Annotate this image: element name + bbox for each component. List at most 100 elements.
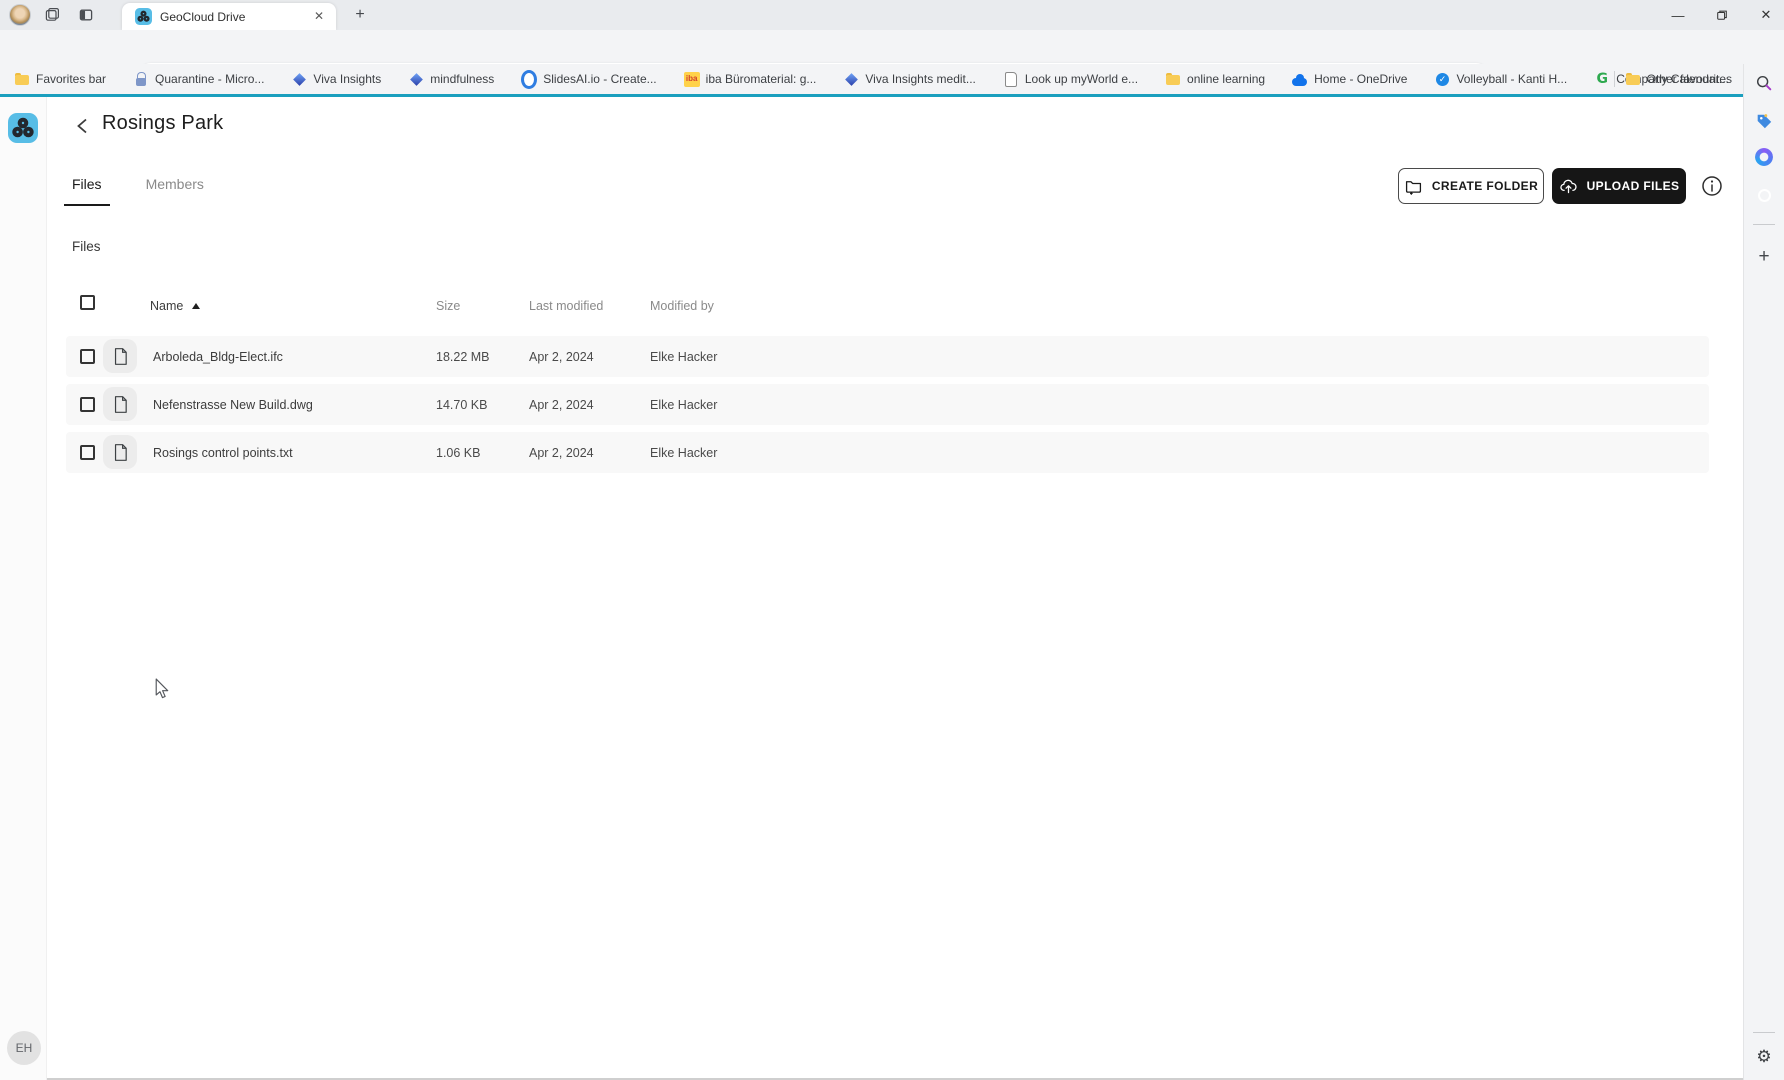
geocloud-favicon bbox=[135, 8, 152, 25]
column-header-name[interactable]: Name bbox=[150, 299, 183, 313]
sort-ascending-icon[interactable] bbox=[192, 303, 200, 309]
app-accent-line bbox=[0, 94, 1743, 97]
info-icon[interactable] bbox=[1700, 174, 1724, 198]
other-favourites-button[interactable]: Other favourites bbox=[1625, 72, 1732, 87]
circle-blue-icon bbox=[521, 72, 537, 87]
tab-close-icon[interactable]: ✕ bbox=[311, 9, 327, 25]
favorite-bookmark[interactable]: Viva Insights bbox=[291, 72, 381, 87]
window-close-button[interactable]: ✕ bbox=[1744, 0, 1784, 30]
file-size: 18.22 MB bbox=[436, 350, 490, 364]
table-row[interactable]: Nefenstrasse New Build.dwg 14.70 KB Apr … bbox=[66, 384, 1709, 425]
lock-icon bbox=[133, 72, 149, 87]
favorite-label: Favorites bar bbox=[36, 72, 106, 86]
sidebar-search-icon[interactable] bbox=[1755, 74, 1773, 92]
file-name[interactable]: Rosings control points.txt bbox=[153, 446, 293, 460]
favorite-label: SlidesAI.io - Create... bbox=[543, 72, 656, 86]
favorite-bookmark[interactable]: iba Büromaterial: g... bbox=[684, 72, 817, 87]
folder-icon bbox=[1165, 72, 1181, 87]
microsoft-365-icon[interactable] bbox=[1755, 148, 1773, 166]
workspaces-icon[interactable] bbox=[44, 7, 60, 23]
column-header-last-modified[interactable]: Last modified bbox=[529, 299, 603, 313]
favorite-bookmark[interactable]: mindfulness bbox=[408, 72, 494, 87]
shopping-icon[interactable] bbox=[1755, 112, 1773, 130]
favorite-bookmark[interactable]: Volleyball - Kanti H... bbox=[1434, 72, 1567, 87]
favorite-label: Home - OneDrive bbox=[1314, 72, 1407, 86]
diamond-icon bbox=[408, 72, 424, 87]
row-checkbox[interactable] bbox=[80, 445, 95, 460]
diamond-icon bbox=[291, 72, 307, 87]
favorite-label: iba Büromaterial: g... bbox=[706, 72, 817, 86]
favorite-bookmark[interactable]: Look up myWorld e... bbox=[1003, 72, 1138, 87]
row-checkbox[interactable] bbox=[80, 349, 95, 364]
tab-files[interactable]: Files bbox=[64, 170, 110, 206]
window-restore-button[interactable] bbox=[1700, 0, 1744, 30]
sidebar-settings-gear-icon[interactable]: ⚙ bbox=[1755, 1048, 1773, 1066]
favorite-bookmark[interactable]: SlidesAI.io - Create... bbox=[521, 72, 656, 87]
folder-icon bbox=[1625, 72, 1641, 87]
sidebar-divider-bottom bbox=[1753, 1032, 1775, 1033]
favorite-label: Quarantine - Micro... bbox=[155, 72, 264, 86]
window-minimize-button[interactable]: — bbox=[1656, 0, 1700, 30]
favorites-separator bbox=[1614, 71, 1615, 87]
favorite-bookmark[interactable]: Viva Insights medit... bbox=[843, 72, 976, 87]
file-modified-by: Elke Hacker bbox=[650, 398, 717, 412]
table-row[interactable]: Arboleda_Bldg-Elect.ifc 18.22 MB Apr 2, … bbox=[66, 336, 1709, 377]
file-size: 1.06 KB bbox=[436, 446, 480, 460]
row-checkbox[interactable] bbox=[80, 397, 95, 412]
browser-toolbar: https://drive.geocloud.hexagon.com/en/pr… bbox=[0, 30, 1784, 64]
folder-icon bbox=[14, 72, 30, 87]
sidebar-divider bbox=[1753, 224, 1775, 225]
upload-files-button[interactable]: UPLOAD FILES bbox=[1552, 168, 1686, 204]
check-icon bbox=[1434, 72, 1450, 87]
cloud-icon bbox=[1292, 72, 1308, 87]
favorite-bookmark[interactable]: Quarantine - Micro... bbox=[133, 72, 264, 87]
user-avatar[interactable]: EH bbox=[7, 1031, 41, 1065]
file-icon bbox=[103, 387, 137, 421]
favorite-label: Volleyball - Kanti H... bbox=[1456, 72, 1567, 86]
file-icon bbox=[103, 435, 137, 469]
column-header-modified-by[interactable]: Modified by bbox=[650, 299, 714, 313]
favorite-label: online learning bbox=[1187, 72, 1265, 86]
g-icon bbox=[1594, 72, 1610, 87]
browser-tab-geocloud[interactable]: GeoCloud Drive ✕ bbox=[122, 3, 336, 30]
file-last-modified: Apr 2, 2024 bbox=[529, 350, 594, 364]
tab-title: GeoCloud Drive bbox=[160, 10, 245, 24]
create-folder-button[interactable]: CREATE FOLDER bbox=[1398, 168, 1544, 204]
column-header-size[interactable]: Size bbox=[436, 299, 460, 313]
favorite-bookmark[interactable]: Favorites bar bbox=[14, 72, 106, 87]
browser-profile-avatar[interactable] bbox=[9, 4, 31, 26]
file-modified-by: Elke Hacker bbox=[650, 446, 717, 460]
edge-sidebar: + ⚙ bbox=[1743, 64, 1784, 1080]
file-last-modified: Apr 2, 2024 bbox=[529, 398, 594, 412]
files-section-label: Files bbox=[72, 239, 101, 254]
diamond-icon bbox=[843, 72, 859, 87]
page-icon bbox=[1003, 72, 1019, 87]
file-modified-by: Elke Hacker bbox=[650, 350, 717, 364]
create-folder-label: CREATE FOLDER bbox=[1432, 179, 1538, 193]
favorites-bar: Favorites bar Quarantine - Micro... Viva… bbox=[0, 64, 1784, 94]
favorite-label: Viva Insights bbox=[313, 72, 381, 86]
file-icon bbox=[103, 339, 137, 373]
app-sidebar bbox=[0, 97, 47, 1080]
browser-tab-strip: GeoCloud Drive ✕ + — ✕ bbox=[0, 0, 1784, 30]
back-chevron-icon[interactable] bbox=[73, 116, 93, 136]
file-name[interactable]: Arboleda_Bldg-Elect.ifc bbox=[153, 350, 283, 364]
app-tabs: Files Members bbox=[64, 170, 212, 206]
other-favourites-label: Other favourites bbox=[1647, 72, 1732, 86]
iba-icon bbox=[684, 72, 700, 87]
favorite-bookmark[interactable]: online learning bbox=[1165, 72, 1265, 87]
upload-files-label: UPLOAD FILES bbox=[1587, 179, 1680, 193]
geocloud-app-logo[interactable] bbox=[8, 113, 38, 143]
favorite-bookmark[interactable]: Home - OneDrive bbox=[1292, 72, 1407, 87]
table-row[interactable]: Rosings control points.txt 1.06 KB Apr 2… bbox=[66, 432, 1709, 473]
tab-actions-menu-icon[interactable] bbox=[78, 7, 94, 23]
select-all-checkbox[interactable] bbox=[80, 295, 95, 310]
mouse-cursor bbox=[155, 678, 170, 700]
sidebar-add-icon[interactable]: + bbox=[1755, 248, 1773, 266]
favorite-label: Look up myWorld e... bbox=[1025, 72, 1138, 86]
page-title: Rosings Park bbox=[102, 112, 223, 135]
favorites-bar-items: Favorites bar Quarantine - Micro... Viva… bbox=[14, 64, 1729, 94]
tab-members[interactable]: Members bbox=[138, 170, 212, 206]
new-tab-button[interactable]: + bbox=[350, 5, 370, 25]
file-name[interactable]: Nefenstrasse New Build.dwg bbox=[153, 398, 313, 412]
